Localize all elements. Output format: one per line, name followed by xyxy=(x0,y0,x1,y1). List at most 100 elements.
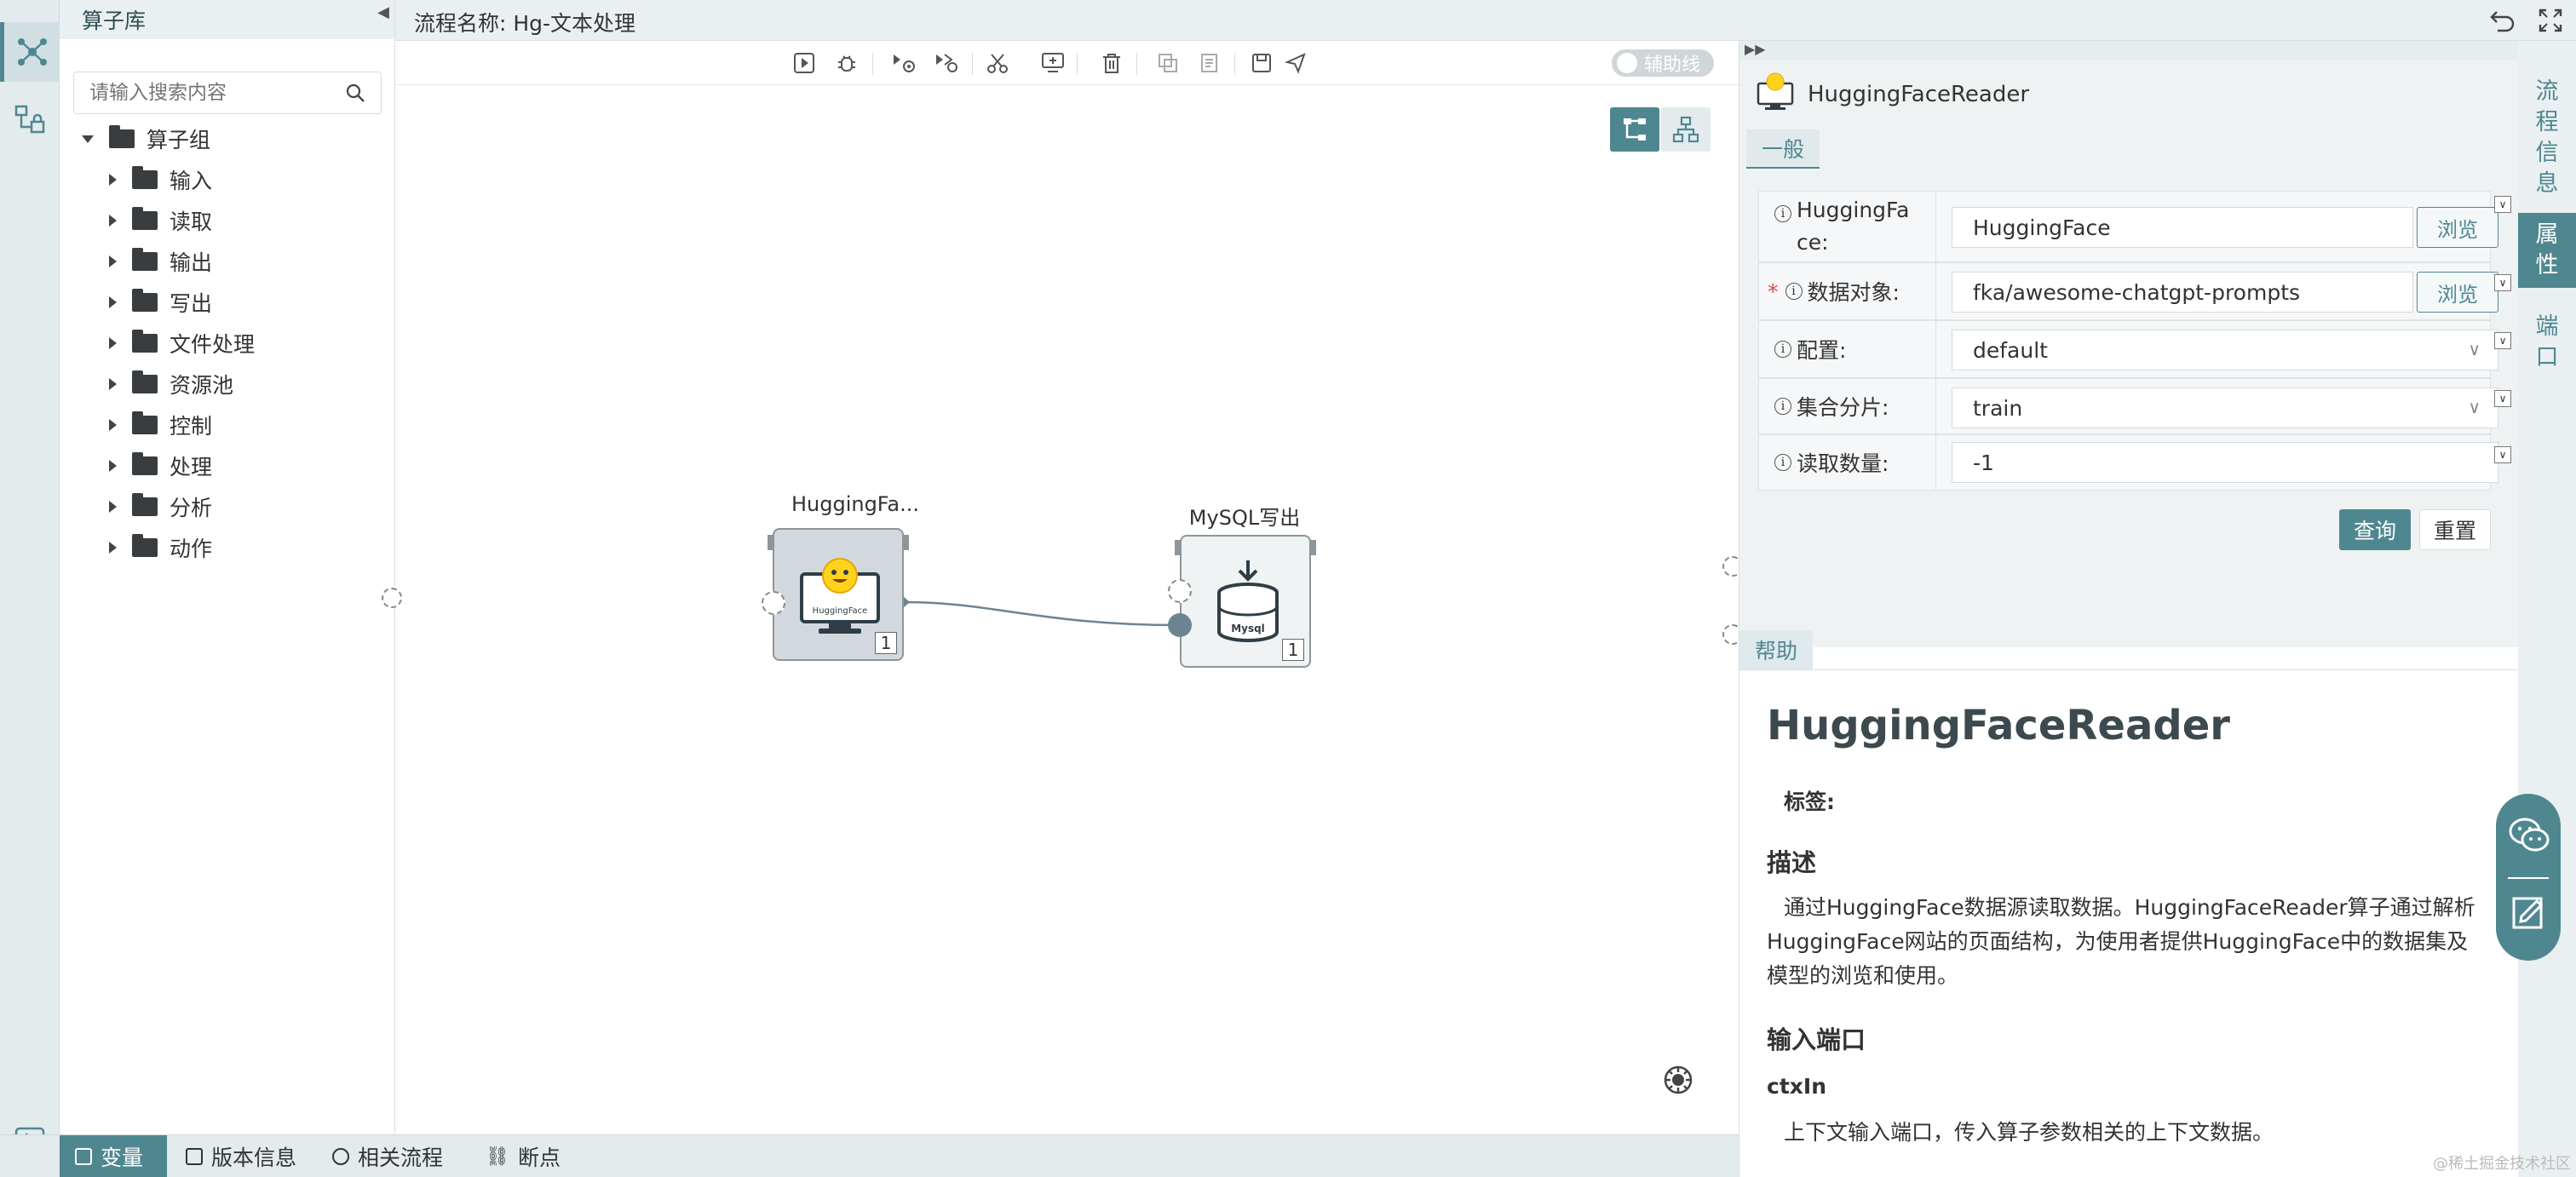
browse-data-object-button[interactable]: 浏览 xyxy=(2417,272,2498,313)
publish-button[interactable] xyxy=(1281,49,1310,77)
tree-group-item[interactable]: 文件处理 xyxy=(109,326,255,360)
row-expand-icon[interactable]: ∨ xyxy=(2494,446,2511,463)
tree-group-item[interactable]: 输出 xyxy=(109,244,212,278)
caret-down-icon[interactable] xyxy=(82,135,94,143)
network-icon xyxy=(17,38,47,66)
caret-right-icon[interactable] xyxy=(109,174,117,186)
operator-library-panel: 算子库 ◀ 算子组 输入读取输出写出文件处理资源池控制处理分析动作 xyxy=(60,0,395,1134)
tab-properties[interactable]: 属性 xyxy=(2518,213,2576,288)
caret-right-icon[interactable] xyxy=(109,215,117,227)
chevron-down-icon[interactable]: ∨ xyxy=(2468,339,2481,359)
tab-general[interactable]: 一般 xyxy=(1746,129,1820,169)
node-mysql-input-port-connected[interactable] xyxy=(1168,613,1192,637)
node-mysql-writer[interactable]: Mysql 1 xyxy=(1175,535,1316,668)
run-to-node-button[interactable] xyxy=(932,49,961,77)
library-search[interactable] xyxy=(73,72,382,114)
canvas-left-port[interactable] xyxy=(382,588,402,608)
tab-variables[interactable]: 变量 xyxy=(60,1135,167,1177)
info-icon[interactable]: i xyxy=(1774,205,1791,222)
info-icon[interactable]: i xyxy=(1785,283,1803,300)
tab-version-info[interactable]: 版本信息 xyxy=(170,1135,312,1177)
collapse-left-icon[interactable]: ◀ xyxy=(377,3,389,21)
screen-button[interactable] xyxy=(1038,49,1067,77)
feedback-edit-icon[interactable] xyxy=(2511,894,2547,930)
search-input[interactable] xyxy=(89,82,345,104)
node-hf-label: HuggingFa... xyxy=(791,492,920,516)
node-huggingface-reader[interactable]: HuggingFace 1 xyxy=(768,528,909,661)
caret-right-icon[interactable] xyxy=(109,337,117,349)
tree-group-item[interactable]: 动作 xyxy=(109,531,212,565)
chevron-down-icon[interactable]: ∨ xyxy=(2468,397,2481,417)
paste-button[interactable] xyxy=(1196,49,1225,77)
caret-right-icon[interactable] xyxy=(109,378,117,390)
tree-group-label: 文件处理 xyxy=(170,332,256,357)
floating-contact-widget xyxy=(2496,794,2561,961)
config-select[interactable]: default ∨ xyxy=(1952,330,2498,370)
undo-icon[interactable] xyxy=(2489,9,2516,32)
tree-group-item[interactable]: 资源池 xyxy=(109,367,233,401)
huggingface-logo-icon: HuggingFace xyxy=(800,558,880,634)
tree-group-item[interactable]: 处理 xyxy=(109,449,212,483)
flow-canvas[interactable]: HuggingFa... HuggingFace 1 MySQL写出 Mysql… xyxy=(382,85,1743,1134)
row-expand-icon[interactable]: ∨ xyxy=(2494,196,2511,213)
data-object-input[interactable]: fka/awesome-chatgpt-prompts xyxy=(1952,272,2413,313)
row-expand-icon[interactable]: ∨ xyxy=(2494,390,2511,407)
prop-row-data-object: * i 数据对象: fka/awesome-chatgpt-prompts 浏览 xyxy=(1758,262,2498,320)
tree-group-item[interactable]: 分析 xyxy=(109,490,212,524)
tree-root[interactable]: 算子组 xyxy=(82,122,210,156)
fullscreen-icon[interactable] xyxy=(2539,9,2562,32)
query-button[interactable]: 查询 xyxy=(2339,509,2411,550)
delete-button[interactable] xyxy=(1097,49,1126,77)
debug-button[interactable] xyxy=(832,49,861,77)
collapse-right-icon[interactable]: ▶▶ xyxy=(1745,41,1766,57)
guide-line-toggle[interactable]: 辅助线 xyxy=(1612,49,1714,77)
reset-button[interactable]: 重置 xyxy=(2419,509,2491,550)
folder-icon xyxy=(132,534,158,557)
flow-resource-button[interactable] xyxy=(0,90,60,150)
tree-group-item[interactable]: 读取 xyxy=(109,204,212,238)
tree-group-item[interactable]: 写出 xyxy=(109,285,212,319)
tab-help[interactable]: 帮助 xyxy=(1739,630,1814,669)
scissors-icon xyxy=(987,54,1008,73)
wechat-icon[interactable] xyxy=(2508,816,2550,855)
operator-library-button[interactable] xyxy=(0,22,60,82)
flow-lock-icon xyxy=(14,105,45,134)
tree-group-label: 分析 xyxy=(170,496,213,520)
caret-right-icon[interactable] xyxy=(109,501,117,513)
split-select[interactable]: train ∨ xyxy=(1952,388,2498,428)
node-hf-input-port[interactable] xyxy=(762,591,785,615)
search-icon[interactable] xyxy=(345,83,365,103)
row-expand-icon[interactable]: ∨ xyxy=(2494,274,2511,291)
caret-right-icon[interactable] xyxy=(109,296,117,308)
caret-right-icon[interactable] xyxy=(109,460,117,472)
read-count-input[interactable]: -1 xyxy=(1952,442,2498,483)
copy-button[interactable] xyxy=(1153,49,1182,77)
info-icon[interactable]: i xyxy=(1774,398,1791,415)
prop-label-split: 集合分片: xyxy=(1797,395,1889,420)
tab-related-flows[interactable]: 相关流程 xyxy=(317,1135,458,1177)
node-mysql-input-port-empty[interactable] xyxy=(1168,579,1192,603)
cut-button[interactable] xyxy=(983,49,1012,77)
tab-ports[interactable]: 端口 xyxy=(2518,305,2576,380)
canvas-settings-icon[interactable] xyxy=(1663,1065,1693,1095)
caret-right-icon[interactable] xyxy=(109,419,117,431)
connection-edge[interactable] xyxy=(906,600,1181,627)
tab-flow-info[interactable]: 流程信息 xyxy=(2518,70,2576,206)
caret-right-icon[interactable] xyxy=(109,255,117,267)
folder-open-icon xyxy=(109,125,135,148)
huggingface-input[interactable]: HuggingFace xyxy=(1952,207,2413,248)
info-icon[interactable]: i xyxy=(1774,454,1791,471)
tab-breakpoints[interactable]: ⛓ 断点 xyxy=(470,1135,576,1177)
tree-group-item[interactable]: 输入 xyxy=(109,163,212,197)
row-expand-icon[interactable]: ∨ xyxy=(2494,332,2511,349)
folder-icon xyxy=(132,289,158,312)
tree-group-item[interactable]: 控制 xyxy=(109,408,212,442)
run-from-node-button[interactable] xyxy=(889,49,918,77)
caret-right-icon[interactable] xyxy=(109,542,117,554)
run-node-icon xyxy=(894,55,915,72)
tree-root-label: 算子组 xyxy=(147,128,211,152)
run-button[interactable] xyxy=(790,49,819,77)
browse-huggingface-button[interactable]: 浏览 xyxy=(2417,207,2498,248)
info-icon[interactable]: i xyxy=(1774,341,1791,358)
save-button[interactable] xyxy=(1247,49,1276,77)
